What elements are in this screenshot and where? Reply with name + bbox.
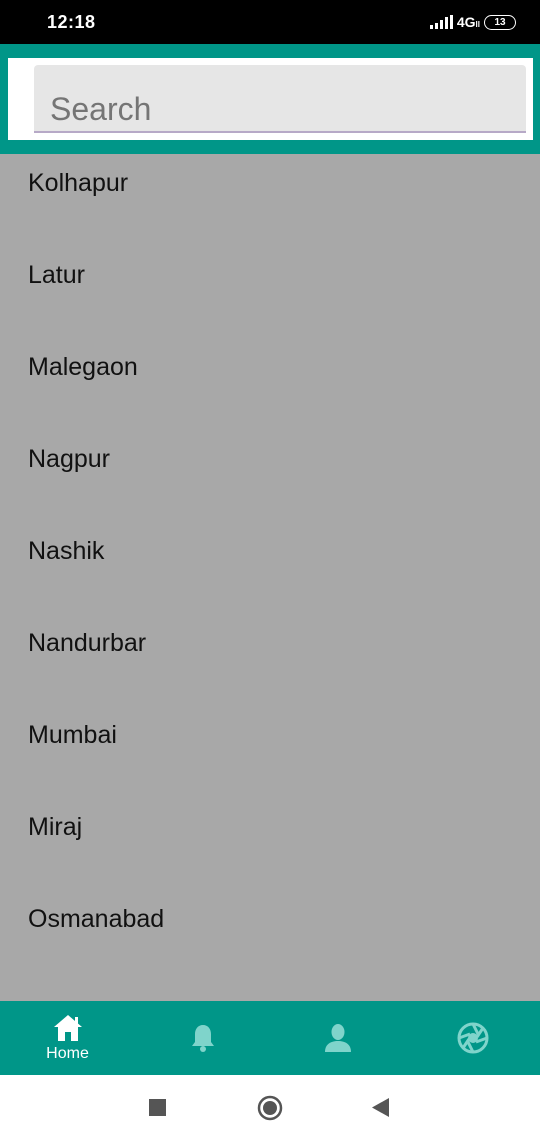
- status-indicators: 4Gll 13: [429, 14, 516, 30]
- list-item[interactable]: Osmanabad: [0, 890, 540, 982]
- status-time: 12:18: [47, 12, 96, 32]
- list-item[interactable]: Kolhapur: [0, 154, 540, 246]
- system-nav-bar: [0, 1075, 540, 1140]
- city-name: Nashik: [28, 537, 105, 565]
- search-header: [0, 44, 540, 154]
- search-card: [8, 58, 533, 140]
- list-item[interactable]: Miraj: [0, 798, 540, 890]
- list-item[interactable]: Malegaon: [0, 338, 540, 430]
- status-bar: 12:18 4Gll 13: [0, 0, 540, 44]
- person-icon: [324, 1024, 351, 1052]
- city-list: Kolhapur Latur Malegaon Nagpur Nashik Na…: [0, 154, 540, 1001]
- search-input[interactable]: [50, 89, 510, 129]
- back-icon[interactable]: [372, 1098, 389, 1117]
- home-icon: [53, 1015, 82, 1041]
- home-circle-icon[interactable]: [257, 1095, 283, 1121]
- city-name: Miraj: [28, 813, 83, 841]
- city-name: Osmanabad: [28, 905, 165, 933]
- city-name: Nandurbar: [28, 629, 147, 657]
- list-item[interactable]: Nashik: [0, 522, 540, 614]
- city-name: Nagpur: [28, 445, 110, 473]
- nav-profile[interactable]: [270, 1001, 405, 1075]
- city-name: Mumbai: [28, 721, 117, 749]
- nav-camera[interactable]: [405, 1001, 540, 1075]
- bottom-nav: Home: [0, 1001, 540, 1075]
- nav-home[interactable]: Home: [0, 1001, 135, 1075]
- city-name: Kolhapur: [28, 169, 129, 197]
- list-item[interactable]: Latur: [0, 246, 540, 338]
- search-field[interactable]: [34, 65, 526, 133]
- nav-notifications[interactable]: [135, 1001, 270, 1075]
- battery-level: 13: [494, 16, 506, 28]
- city-name: Latur: [28, 261, 85, 289]
- city-name: Malegaon: [28, 353, 138, 381]
- battery-icon: 13: [484, 14, 516, 30]
- list-item[interactable]: Mumbai: [0, 706, 540, 798]
- list-item[interactable]: Nagpur: [0, 430, 540, 522]
- network-type: 4Gll: [456, 14, 480, 30]
- nav-home-label: Home: [46, 1045, 89, 1062]
- recents-icon[interactable]: [149, 1099, 166, 1116]
- list-item[interactable]: Nandurbar: [0, 614, 540, 706]
- signal-icon: [429, 15, 453, 29]
- bell-icon: [191, 1025, 214, 1052]
- aperture-icon: [457, 1022, 488, 1054]
